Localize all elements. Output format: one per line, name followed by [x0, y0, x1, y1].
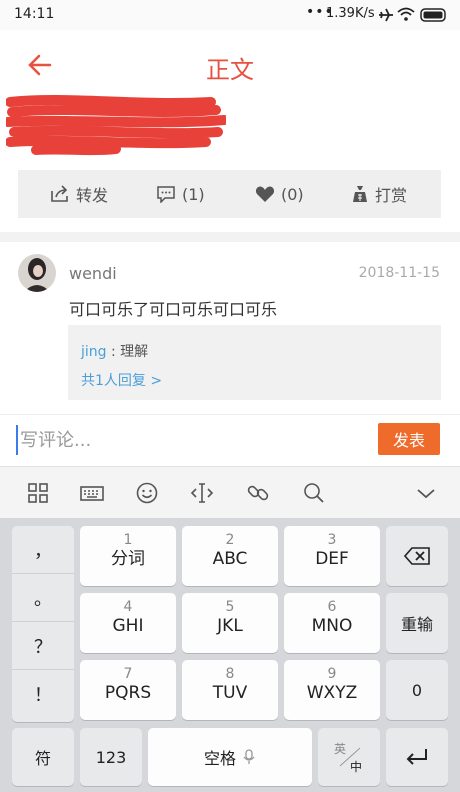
network-speed: 1.39K/s: [326, 6, 375, 21]
key-number: 5: [225, 599, 235, 615]
app-header: 正文: [0, 30, 460, 100]
key-label: TUV: [212, 683, 248, 703]
forward-label: 转发: [76, 186, 109, 205]
status-time: 14:11: [14, 6, 55, 22]
symbol-key[interactable]: 符: [12, 728, 74, 786]
retype-key[interactable]: 重输: [386, 593, 448, 653]
reply-separator: :: [106, 344, 121, 360]
battery-icon: [420, 8, 446, 22]
comment-text: 可口可乐了可口可乐可口可乐: [69, 300, 278, 319]
key-label: DEF: [315, 549, 349, 569]
key-label: ABC: [212, 549, 248, 569]
lang-zh-label: 中: [350, 760, 363, 774]
submit-button[interactable]: 发表: [378, 423, 440, 455]
key-label: JKL: [217, 616, 243, 636]
comment-icon: [157, 186, 175, 203]
link-icon[interactable]: [246, 481, 270, 505]
key-label: MNO: [311, 616, 353, 636]
section-divider: [0, 232, 460, 242]
space-key[interactable]: 空格: [148, 728, 312, 786]
forward-button[interactable]: 转发: [50, 170, 108, 218]
key-number: 8: [225, 666, 235, 682]
numbers-key[interactable]: 123: [80, 728, 142, 786]
chevron-down-icon[interactable]: [414, 481, 438, 505]
key-5[interactable]: 5 JKL: [182, 593, 278, 653]
like-button[interactable]: (0): [255, 170, 304, 218]
reward-label: 打赏: [375, 186, 408, 205]
key-8[interactable]: 8 TUV: [182, 660, 278, 720]
punct-key-exclaim[interactable]: ！: [12, 670, 74, 718]
share-icon: [51, 185, 68, 202]
search-icon[interactable]: [302, 481, 326, 505]
punct-key-question[interactable]: ？: [12, 622, 74, 670]
reply-line: jing : 理解: [81, 341, 148, 361]
key-6[interactable]: 6 MNO: [284, 593, 380, 653]
punct-key-comma[interactable]: ，: [12, 526, 74, 574]
backspace-icon: [404, 547, 430, 565]
keyboard-toolbar: [0, 466, 460, 518]
grid-menu-icon[interactable]: [26, 481, 50, 505]
key-4[interactable]: 4 GHI: [80, 593, 176, 653]
language-switch-key[interactable]: 英 中: [318, 728, 380, 786]
reply-username[interactable]: jing: [81, 344, 107, 360]
ime-keyboard: ， 。 ？ ！ 1 分词 2 ABC 3 DEF 4 GHI 5 JKL 6 M…: [0, 518, 460, 792]
key-label: PQRS: [104, 683, 152, 703]
key-number: 6: [327, 599, 337, 615]
comment-input-bar: 发表: [0, 414, 460, 466]
key-3[interactable]: 3 DEF: [284, 526, 380, 586]
enter-icon: [406, 749, 427, 765]
page-title: 正文: [206, 56, 254, 84]
money-bag-icon: [353, 186, 367, 202]
avatar[interactable]: [18, 254, 56, 292]
heart-icon: [255, 186, 275, 202]
key-number: 1: [123, 532, 133, 548]
punct-key-period[interactable]: 。: [12, 574, 74, 622]
view-replies-link[interactable]: 共1人回复 >: [81, 370, 162, 390]
emoji-icon[interactable]: [135, 481, 159, 505]
key-9[interactable]: 9 WXYZ: [284, 660, 380, 720]
comment-date: 2018-11-15: [358, 265, 440, 281]
space-label: 空格: [203, 749, 236, 768]
key-number: 4: [123, 599, 133, 615]
wifi-icon: [397, 7, 415, 21]
post-action-bar: 转发 (1) (0) 打赏: [18, 170, 441, 218]
key-7[interactable]: 7 PQRS: [80, 660, 176, 720]
likes-count: (0): [281, 184, 304, 204]
user-photo: [18, 254, 56, 292]
comment-username[interactable]: wendi: [69, 264, 117, 283]
key-label: 分词: [111, 549, 145, 569]
comments-button[interactable]: (1): [156, 170, 205, 218]
key-number: 7: [123, 666, 133, 682]
punctuation-column: ， 。 ？ ！: [12, 526, 74, 722]
key-label: WXYZ: [306, 683, 358, 703]
reply-box: jing : 理解 共1人回复 >: [68, 325, 441, 400]
key-2[interactable]: 2 ABC: [182, 526, 278, 586]
keyboard-icon[interactable]: [80, 481, 104, 505]
key-1[interactable]: 1 分词: [80, 526, 176, 586]
zero-key[interactable]: 0: [386, 660, 448, 720]
redacted-post-content: [6, 95, 226, 156]
enter-key[interactable]: [386, 728, 448, 786]
comments-count: (1): [182, 184, 205, 204]
key-label: GHI: [112, 616, 144, 636]
key-number: 3: [327, 532, 337, 548]
reward-button[interactable]: 打赏: [351, 170, 407, 218]
cursor-move-icon[interactable]: [190, 481, 214, 505]
microphone-icon: [243, 749, 255, 764]
backspace-key[interactable]: [386, 526, 448, 586]
airplane-icon: [379, 8, 393, 22]
comment-input[interactable]: [16, 425, 356, 455]
key-number: 9: [327, 666, 337, 682]
key-number: 2: [225, 532, 235, 548]
reply-text: 理解: [120, 344, 149, 360]
status-bar: 14:11 ••• 1.39K/s: [0, 0, 460, 30]
